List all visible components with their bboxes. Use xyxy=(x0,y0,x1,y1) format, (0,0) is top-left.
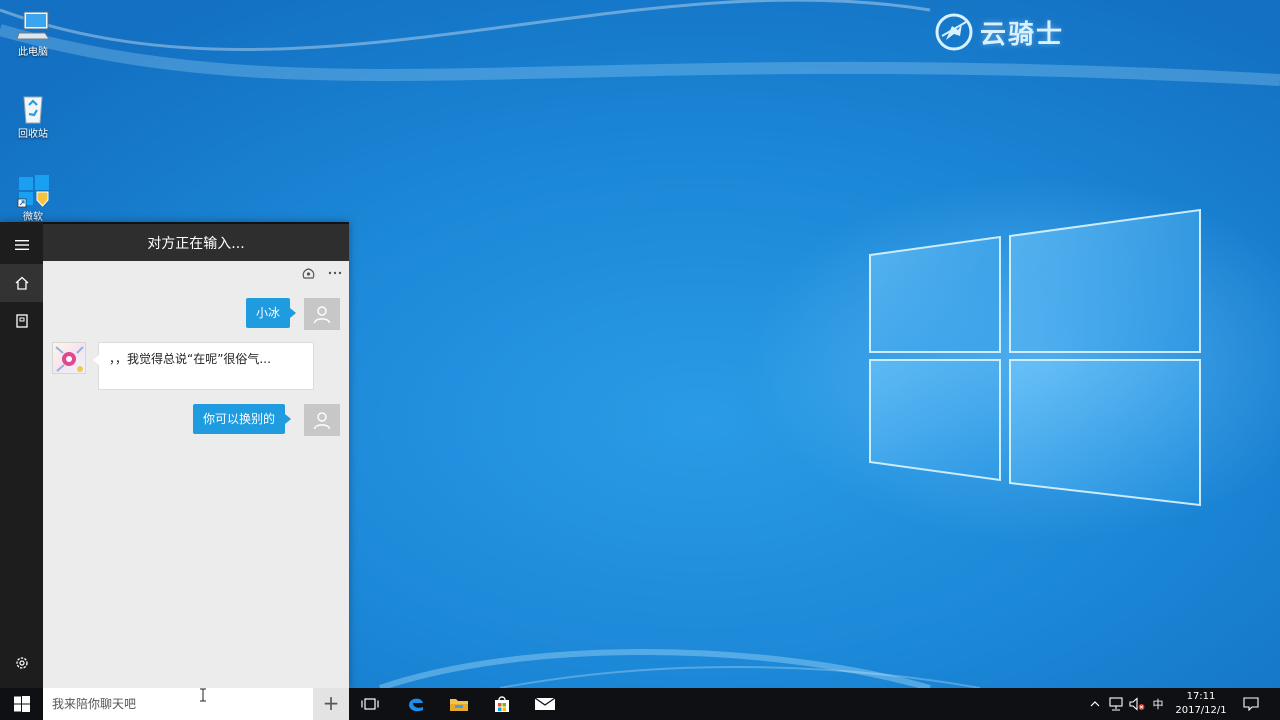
ime-indicator[interactable]: 中 xyxy=(1148,688,1168,720)
chat-header-title: 对方正在输入... xyxy=(43,222,349,261)
nav-home-button[interactable] xyxy=(0,264,43,302)
add-attachment-button[interactable]: + xyxy=(313,688,349,720)
notification-icon xyxy=(1243,697,1259,711)
brand-watermark: 云骑士 xyxy=(934,10,1064,54)
start-button[interactable] xyxy=(0,688,43,720)
store-icon xyxy=(495,696,509,712)
chat-message-input[interactable] xyxy=(43,688,313,720)
user-avatar xyxy=(304,298,340,330)
more-options-button[interactable] xyxy=(325,264,345,282)
recycle-bin-icon xyxy=(23,96,43,124)
windows-logo-wallpaper xyxy=(869,208,1201,507)
desktop-icon-shortcut[interactable]: 微软 xyxy=(8,173,58,224)
network-button[interactable] xyxy=(1106,688,1126,720)
file-explorer-button[interactable] xyxy=(437,688,481,720)
network-icon xyxy=(1109,697,1123,711)
windows-shield-icon xyxy=(17,175,49,208)
knight-logo-icon xyxy=(935,13,973,51)
file-explorer-icon xyxy=(450,699,468,711)
edge-icon xyxy=(409,698,423,712)
desktop-icon-recycle-bin[interactable]: 回收站 xyxy=(8,90,58,141)
person-icon xyxy=(313,412,331,430)
clock-time: 17:11 xyxy=(1186,691,1216,702)
text-cursor-icon xyxy=(199,688,208,706)
clock[interactable]: 17:11 2017/12/1 xyxy=(1168,690,1234,718)
user-message-bubble: 小冰 xyxy=(246,298,297,328)
show-hidden-icons-button[interactable] xyxy=(1086,688,1104,720)
menu-icon xyxy=(14,240,29,250)
hamburger-menu-button[interactable] xyxy=(0,226,43,264)
computer-icon xyxy=(16,11,50,40)
chat-window: 对方正在输入... 小冰 ，，我觉得总说“在呢”很俗气... 你可以换别的 xyxy=(0,222,349,688)
desktop-icon-label: 回收站 xyxy=(18,129,48,140)
mail-icon xyxy=(534,697,556,710)
xiaobing-avatar-icon xyxy=(55,346,84,372)
bot-avatar xyxy=(52,342,86,374)
windows-start-icon xyxy=(13,696,30,712)
volume-button[interactable] xyxy=(1127,688,1147,720)
share-button[interactable] xyxy=(298,264,318,282)
task-view-icon xyxy=(361,698,379,710)
desktop-icon-label: 此电脑 xyxy=(18,47,48,58)
bot-message-bubble: ，，我觉得总说“在呢”很俗气... xyxy=(93,342,314,390)
chat-toolbar xyxy=(43,261,349,285)
edge-browser-button[interactable] xyxy=(394,688,438,720)
mail-button[interactable] xyxy=(523,688,567,720)
settings-icon xyxy=(15,657,28,669)
share-icon xyxy=(302,267,314,279)
person-icon xyxy=(313,306,331,324)
app-sidebar xyxy=(0,222,43,688)
user-message-bubble: 你可以换别的 xyxy=(193,404,292,434)
store-button[interactable] xyxy=(480,688,524,720)
home-icon xyxy=(15,276,28,290)
chevron-up-icon xyxy=(1090,701,1100,707)
task-view-button[interactable] xyxy=(348,688,392,720)
volume-muted-icon xyxy=(1129,697,1145,711)
action-center-button[interactable] xyxy=(1236,688,1266,720)
clock-date: 2017/12/1 xyxy=(1175,705,1227,716)
desktop-icon-this-pc[interactable]: 此电脑 xyxy=(8,8,58,59)
nav-settings-button[interactable] xyxy=(0,644,43,682)
taskbar: + xyxy=(0,688,1280,720)
user-avatar xyxy=(304,404,340,436)
notebook-icon xyxy=(15,314,28,328)
more-icon xyxy=(328,271,342,275)
nav-notebook-button[interactable] xyxy=(0,302,43,340)
brand-text: 云骑士 xyxy=(980,19,1065,50)
